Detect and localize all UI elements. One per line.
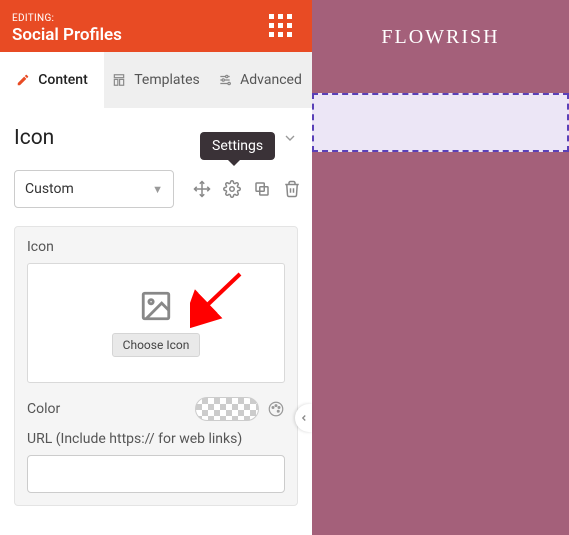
tool-icons: [192, 179, 302, 199]
apps-grid-icon[interactable]: [269, 14, 292, 37]
color-swatch[interactable]: [195, 397, 259, 421]
editor-panel: EDITING: Social Profiles Content Templat…: [0, 0, 312, 535]
editing-label: EDITING:: [12, 13, 54, 24]
tabs: Content Templates Advanced: [0, 52, 312, 108]
panel-body: Icon Settings Custom ▼: [0, 108, 312, 535]
templates-icon: [112, 73, 126, 87]
icon-type-dropdown[interactable]: Custom ▼: [14, 170, 174, 208]
url-input[interactable]: [27, 455, 285, 493]
chevron-left-icon: [299, 413, 309, 423]
brand-logo: FLOWRISH: [312, 0, 569, 49]
settings-gear-icon[interactable]: [222, 179, 242, 199]
delete-icon[interactable]: [282, 179, 302, 199]
tab-label: Templates: [134, 72, 200, 88]
color-picker-icon[interactable]: [267, 400, 285, 418]
tooltip: Settings: [200, 132, 275, 160]
icon-field-label: Icon: [27, 239, 285, 255]
duplicate-icon[interactable]: [252, 179, 272, 199]
pencil-icon: [16, 73, 30, 87]
panel-header: EDITING: Social Profiles: [0, 0, 312, 52]
caret-down-icon: ▼: [152, 183, 163, 196]
tab-label: Advanced: [240, 72, 302, 88]
choose-icon-button[interactable]: Choose Icon: [112, 333, 201, 357]
move-icon[interactable]: [192, 179, 212, 199]
tab-advanced[interactable]: Advanced: [208, 52, 312, 108]
tab-content[interactable]: Content: [0, 52, 104, 108]
selected-element-outline[interactable]: [312, 93, 569, 152]
preview-canvas: FLOWRISH: [312, 0, 569, 535]
tab-templates[interactable]: Templates: [104, 52, 208, 108]
url-label: URL (Include https:// for web links): [27, 431, 285, 447]
dropdown-value: Custom: [25, 181, 74, 197]
color-row: Color: [27, 397, 285, 421]
color-label: Color: [27, 401, 60, 417]
sliders-icon: [218, 73, 232, 87]
section-title: Icon: [14, 126, 54, 150]
element-toolbar: Settings Custom ▼: [14, 170, 298, 208]
icon-preview-well[interactable]: Choose Icon: [27, 263, 285, 383]
image-placeholder-icon: [139, 289, 173, 323]
tab-label: Content: [38, 72, 88, 88]
chevron-down-icon[interactable]: [282, 130, 298, 146]
panel-title: Social Profiles: [12, 25, 122, 45]
icon-card: Icon Choose Icon Color URL (Include http…: [14, 226, 298, 506]
